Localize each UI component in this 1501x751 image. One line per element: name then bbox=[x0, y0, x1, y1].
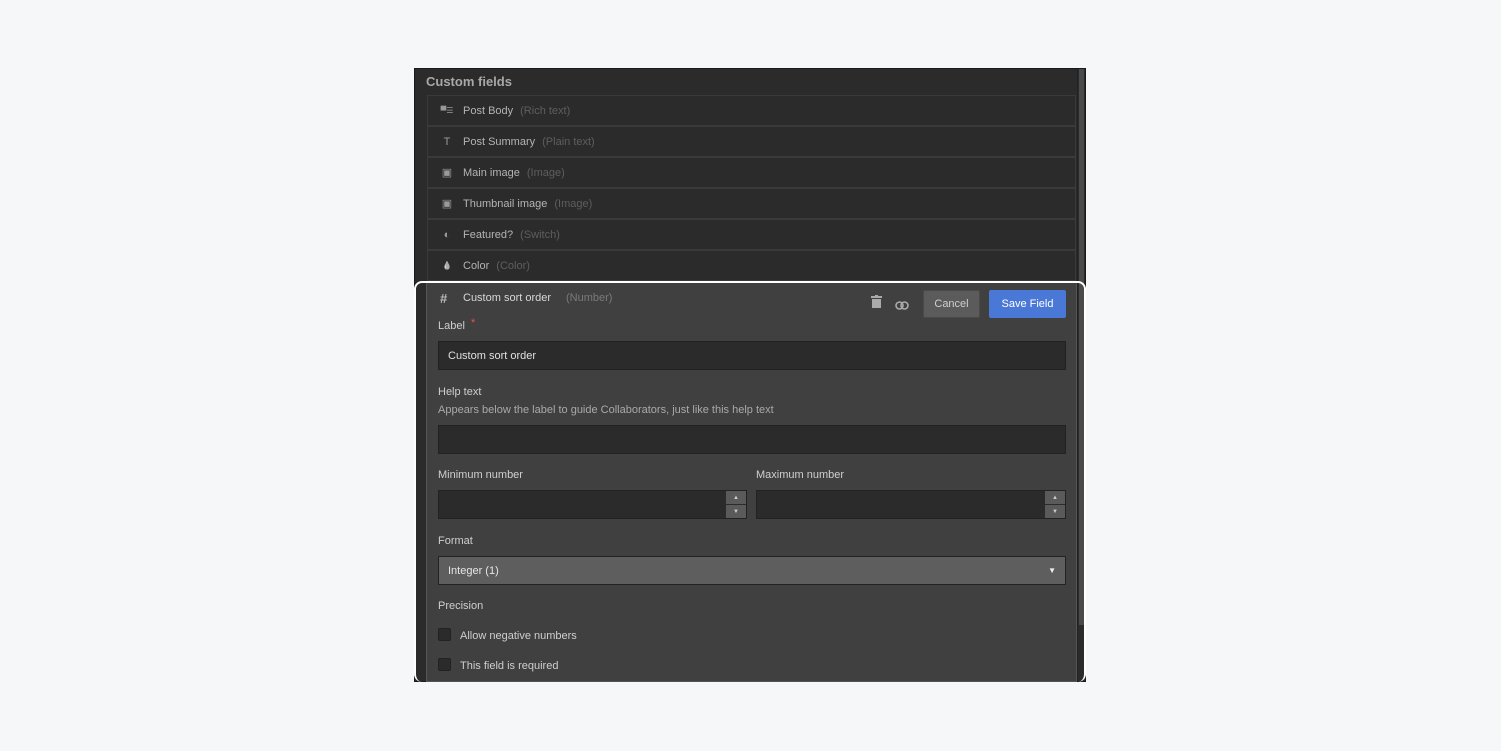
label-label: Label bbox=[438, 320, 465, 332]
field-row[interactable]: 💧 Color (Color) bbox=[427, 250, 1076, 281]
format-label: Format bbox=[438, 535, 473, 547]
decrement-button[interactable]: ▼ bbox=[726, 505, 746, 518]
minimum-number-label: Minimum number bbox=[438, 469, 523, 481]
trash-icon[interactable] bbox=[871, 295, 882, 308]
field-row[interactable]: ▀☰ Post Body (Rich text) bbox=[427, 95, 1076, 126]
help-text-label: Help text bbox=[438, 386, 482, 398]
color-drop-icon: 💧 bbox=[442, 261, 452, 270]
field-row[interactable]: ▣ Main image (Image) bbox=[427, 157, 1076, 188]
field-name: Thumbnail image bbox=[463, 197, 548, 210]
rich-text-icon: ▀☰ bbox=[440, 106, 454, 115]
field-name: Featured? bbox=[463, 228, 514, 241]
allow-negative-checkbox[interactable] bbox=[438, 628, 451, 641]
minimum-number-input[interactable]: ▲ ▼ bbox=[438, 490, 747, 519]
plain-text-icon: T bbox=[443, 135, 451, 148]
number-icon: # bbox=[440, 291, 448, 306]
field-row[interactable]: ▣ Thumbnail image (Image) bbox=[427, 188, 1076, 219]
maximum-number-label: Maximum number bbox=[756, 469, 845, 481]
image-icon: ▣ bbox=[441, 198, 453, 210]
label-input[interactable]: Custom sort order bbox=[438, 341, 1066, 370]
cancel-button[interactable]: Cancel bbox=[923, 290, 980, 318]
help-text-hint: Appears below the label to guide Collabo… bbox=[438, 404, 774, 416]
increment-button[interactable]: ▲ bbox=[1045, 491, 1065, 504]
chevron-down-icon: ▼ bbox=[1048, 566, 1056, 575]
field-type: (Rich text) bbox=[520, 104, 571, 117]
help-text-input[interactable] bbox=[438, 425, 1066, 454]
required-checkbox[interactable] bbox=[438, 658, 451, 671]
precision-label: Precision bbox=[438, 600, 484, 612]
field-editor: # Custom sort order (Number) Cancel Save… bbox=[414, 281, 1086, 682]
maximum-number-input[interactable]: ▲ ▼ bbox=[756, 490, 1066, 519]
field-name: Custom sort order bbox=[463, 292, 552, 304]
field-row[interactable]: T Post Summary (Plain text) bbox=[427, 126, 1076, 157]
field-name: Color bbox=[463, 259, 490, 272]
format-value: Integer (1) bbox=[448, 564, 499, 577]
field-type: (Color) bbox=[496, 259, 530, 272]
switch-icon: ◐ bbox=[443, 228, 451, 241]
field-type: (Switch) bbox=[520, 228, 560, 241]
field-type: (Image) bbox=[554, 197, 593, 210]
required-mark: * bbox=[471, 317, 476, 329]
field-name: Main image bbox=[463, 166, 520, 179]
save-field-button[interactable]: Save Field bbox=[989, 290, 1066, 318]
field-type: (Plain text) bbox=[542, 135, 595, 148]
link-icon[interactable] bbox=[895, 297, 909, 310]
panel-title: Custom fields bbox=[426, 74, 512, 89]
field-row[interactable]: ◐ Featured? (Switch) bbox=[427, 219, 1076, 250]
decrement-button[interactable]: ▼ bbox=[1045, 505, 1065, 518]
field-name: Post Summary bbox=[463, 135, 536, 148]
field-name: Post Body bbox=[463, 104, 514, 117]
field-type: (Number) bbox=[566, 292, 613, 304]
field-type: (Image) bbox=[526, 166, 565, 179]
required-label: This field is required bbox=[460, 660, 559, 672]
increment-button[interactable]: ▲ bbox=[726, 491, 746, 504]
image-icon: ▣ bbox=[441, 167, 453, 179]
allow-negative-label: Allow negative numbers bbox=[460, 630, 577, 642]
format-select[interactable]: Integer (1) ▼ bbox=[438, 556, 1066, 585]
